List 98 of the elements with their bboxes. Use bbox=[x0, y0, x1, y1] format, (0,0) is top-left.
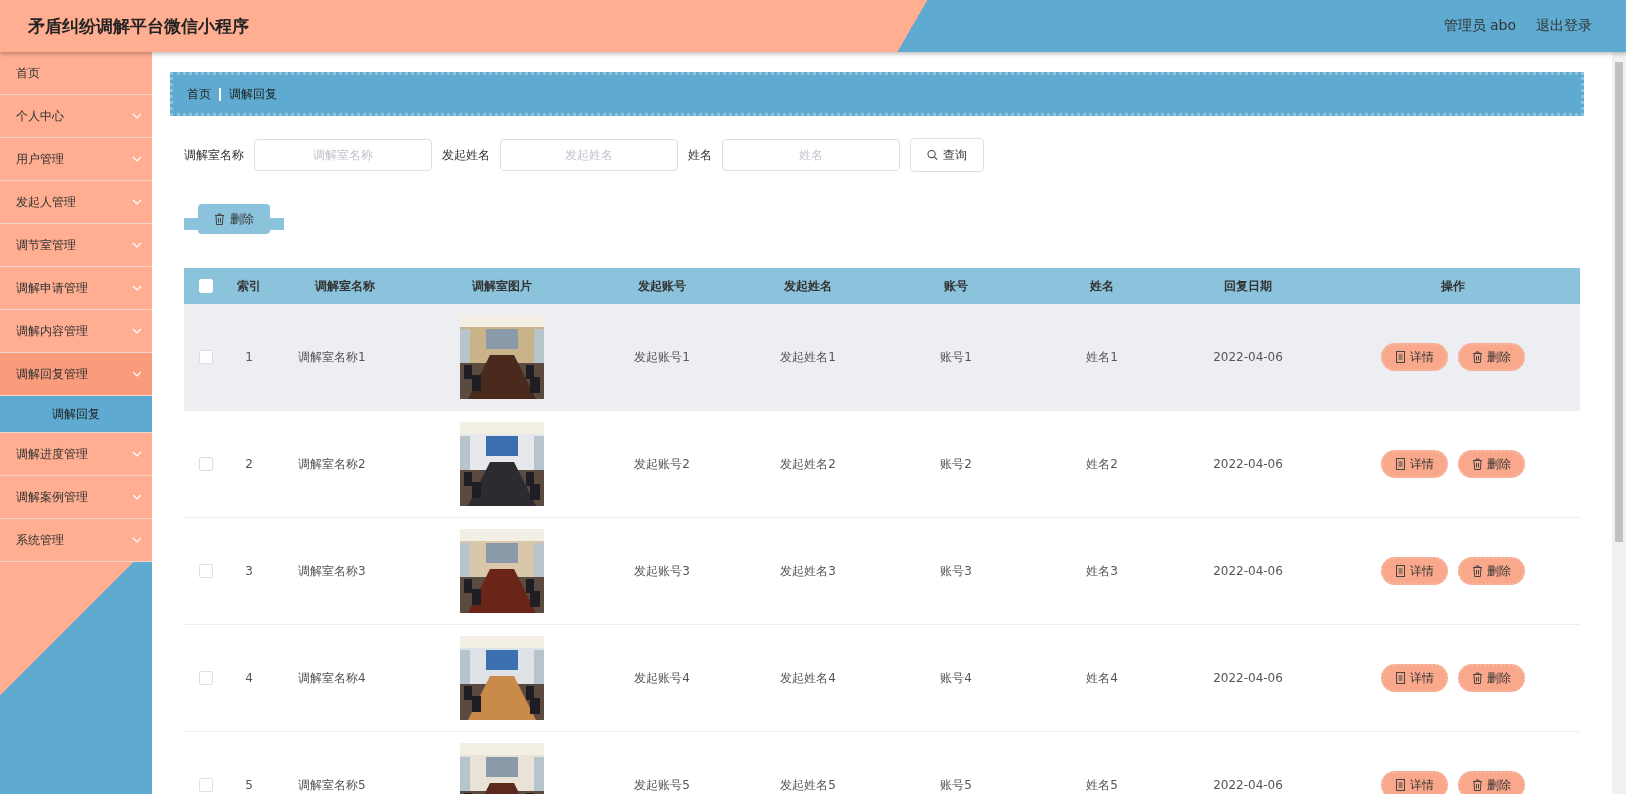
table-cell: 账号4 bbox=[940, 669, 972, 687]
table-cell: 姓名4 bbox=[1086, 669, 1118, 687]
trash-icon bbox=[214, 213, 225, 225]
search-field[interactable]: 姓名 bbox=[722, 139, 900, 171]
delete-button[interactable]: 删除 bbox=[1458, 450, 1525, 478]
table-cell: 发起账号5 bbox=[634, 776, 690, 794]
search-field[interactable]: 调解室名称 bbox=[254, 139, 432, 171]
delete-button[interactable]: 删除 bbox=[1458, 771, 1525, 794]
document-icon bbox=[1395, 779, 1406, 791]
chevron-down-icon bbox=[132, 371, 142, 377]
document-icon bbox=[1395, 672, 1406, 684]
details-button[interactable]: 详情 bbox=[1381, 664, 1448, 692]
table-cell: 发起姓名2 bbox=[780, 455, 836, 473]
table-cell: 2022-04-06 bbox=[1213, 564, 1283, 578]
table-cell: 姓名1 bbox=[1086, 348, 1118, 366]
row-checkbox[interactable] bbox=[199, 457, 213, 471]
chevron-down-icon bbox=[132, 113, 142, 119]
row-checkbox[interactable] bbox=[199, 350, 213, 364]
table-cell: 2022-04-06 bbox=[1213, 778, 1283, 792]
table-cell: 姓名2 bbox=[1086, 455, 1118, 473]
scrollbar[interactable] bbox=[1612, 52, 1626, 794]
details-button[interactable]: 详情 bbox=[1381, 771, 1448, 794]
table-cell: 5 bbox=[245, 778, 253, 792]
chevron-down-icon bbox=[132, 328, 142, 334]
table-cell: 4 bbox=[245, 671, 253, 685]
field-label: 调解室名称 bbox=[184, 146, 244, 164]
table-cell: 发起账号1 bbox=[634, 348, 690, 366]
column-header: 索引 bbox=[237, 277, 261, 295]
trash-icon bbox=[1472, 458, 1483, 470]
column-header: 回复日期 bbox=[1224, 277, 1272, 295]
chevron-down-icon bbox=[132, 199, 142, 205]
search-icon bbox=[927, 149, 938, 161]
row-checkbox[interactable] bbox=[199, 778, 213, 792]
column-header: 账号 bbox=[944, 277, 968, 295]
table-cell: 账号1 bbox=[940, 348, 972, 366]
breadcrumb-item[interactable]: 首页 bbox=[187, 85, 211, 103]
chevron-down-icon bbox=[132, 494, 142, 500]
select-all-checkbox[interactable] bbox=[199, 279, 213, 293]
field-label: 姓名 bbox=[688, 146, 712, 164]
chevron-down-icon bbox=[132, 156, 142, 162]
table-cell: 发起账号2 bbox=[634, 455, 690, 473]
field-label: 发起姓名 bbox=[442, 146, 490, 164]
trash-icon bbox=[1472, 351, 1483, 363]
delete-button[interactable]: 删除 bbox=[1458, 664, 1525, 692]
column-header: 调解室图片 bbox=[472, 277, 532, 295]
table-cell: 调解室名称5 bbox=[298, 776, 366, 794]
document-icon bbox=[1395, 458, 1406, 470]
table-cell: 调解室名称4 bbox=[298, 669, 366, 687]
column-header: 发起账号 bbox=[638, 277, 686, 295]
trash-icon bbox=[1472, 779, 1483, 791]
delete-button[interactable]: 删除 bbox=[198, 204, 270, 234]
column-header: 姓名 bbox=[1090, 277, 1114, 295]
table-cell: 2022-04-06 bbox=[1213, 671, 1283, 685]
trash-icon bbox=[1472, 565, 1483, 577]
table-cell: 调解室名称3 bbox=[298, 562, 366, 580]
sidebar-subitem[interactable]: 调解回复 bbox=[0, 396, 152, 433]
delete-button[interactable]: 删除 bbox=[1458, 343, 1525, 371]
sidebar-item[interactable]: 调解回复管理 bbox=[0, 353, 152, 396]
details-button[interactable]: 详情 bbox=[1381, 450, 1448, 478]
chevron-down-icon bbox=[132, 537, 142, 543]
table-cell: 发起姓名1 bbox=[780, 348, 836, 366]
logout-link[interactable]: 退出登录 bbox=[1536, 17, 1592, 35]
table-cell: 姓名3 bbox=[1086, 562, 1118, 580]
table-cell: 账号3 bbox=[940, 562, 972, 580]
details-button[interactable]: 详情 bbox=[1381, 557, 1448, 585]
table-cell: 调解室名称1 bbox=[298, 348, 366, 366]
table-cell: 2022-04-06 bbox=[1213, 457, 1283, 471]
breadcrumb-item[interactable]: 调解回复 bbox=[229, 85, 277, 103]
document-icon bbox=[1395, 565, 1406, 577]
table-cell: 3 bbox=[245, 564, 253, 578]
chevron-down-icon bbox=[132, 242, 142, 248]
table-cell: 发起姓名5 bbox=[780, 776, 836, 794]
document-icon bbox=[1395, 351, 1406, 363]
row-checkbox[interactable] bbox=[199, 671, 213, 685]
table-cell: 2022-04-06 bbox=[1213, 350, 1283, 364]
table-cell: 发起账号4 bbox=[634, 669, 690, 687]
app-title: 矛盾纠纷调解平台微信小程序 bbox=[28, 14, 249, 38]
row-checkbox[interactable] bbox=[199, 564, 213, 578]
search-field[interactable]: 发起姓名 bbox=[500, 139, 678, 171]
delete-button[interactable]: 删除 bbox=[1458, 557, 1525, 585]
table-cell: 2 bbox=[245, 457, 253, 471]
details-button[interactable]: 详情 bbox=[1381, 343, 1448, 371]
column-header: 操作 bbox=[1441, 277, 1465, 295]
table-cell: 调解室名称2 bbox=[298, 455, 366, 473]
search-button[interactable]: 查询 bbox=[910, 138, 984, 172]
column-header: 调解室名称 bbox=[315, 277, 375, 295]
chevron-down-icon bbox=[132, 451, 142, 457]
column-header: 发起姓名 bbox=[784, 277, 832, 295]
table-cell: 发起姓名4 bbox=[780, 669, 836, 687]
user-label: 管理员 abo bbox=[1443, 17, 1516, 35]
table-cell: 发起账号3 bbox=[634, 562, 690, 580]
trash-icon bbox=[1472, 672, 1483, 684]
chevron-down-icon bbox=[132, 285, 142, 291]
table-cell: 姓名5 bbox=[1086, 776, 1118, 794]
table-cell: 1 bbox=[245, 350, 253, 364]
table-cell: 账号5 bbox=[940, 776, 972, 794]
table-cell: 账号2 bbox=[940, 455, 972, 473]
table-cell: 发起姓名3 bbox=[780, 562, 836, 580]
